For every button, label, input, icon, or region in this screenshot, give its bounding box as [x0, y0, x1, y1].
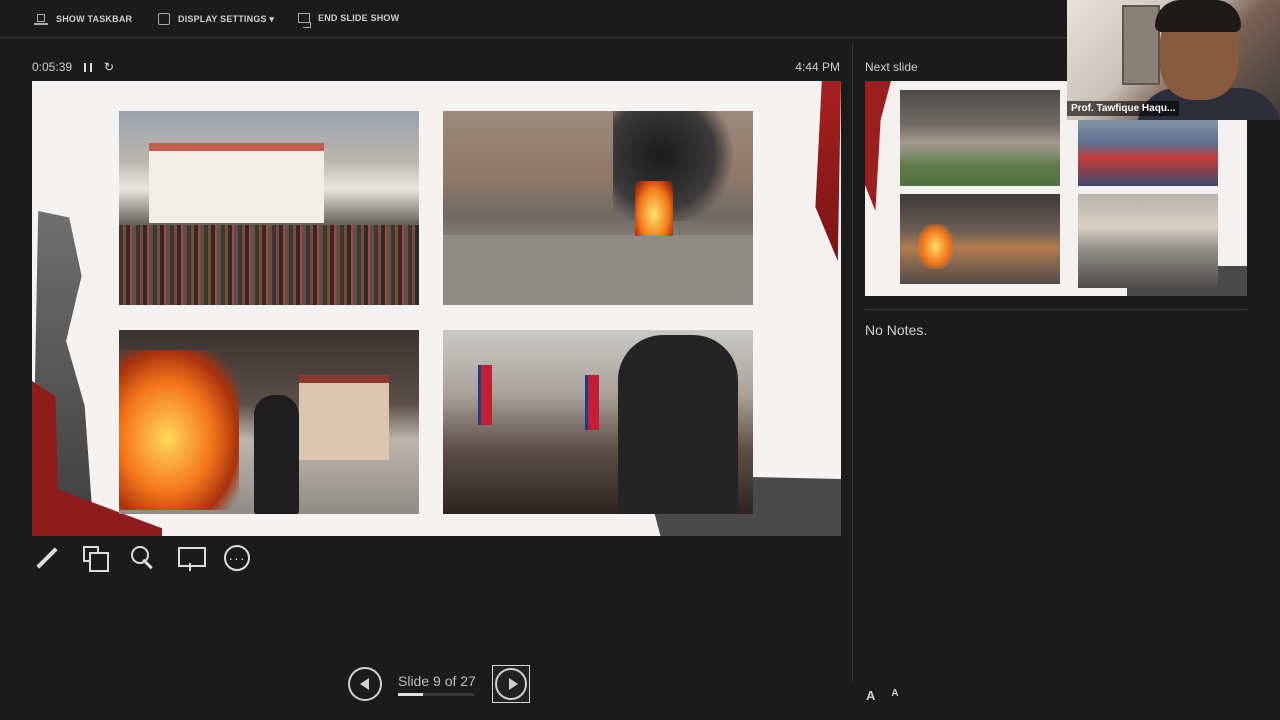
preview-photo — [900, 194, 1060, 284]
slide-tools: ··· — [32, 543, 250, 573]
speaker-notes[interactable]: No Notes. — [865, 322, 927, 338]
end-slide-show-button[interactable]: END SLIDE SHOW — [298, 13, 400, 28]
next-icon[interactable] — [494, 668, 527, 700]
participant-name: Prof. Tawfique Haqu... — [1067, 101, 1180, 116]
clock: 4:44 PM — [795, 60, 840, 74]
pen-icon[interactable] — [32, 543, 60, 573]
previous-icon[interactable] — [348, 667, 382, 701]
display-icon — [158, 13, 170, 25]
elapsed-time: 0:05:39 — [32, 60, 73, 74]
current-slide[interactable] — [32, 81, 841, 536]
slide-counter[interactable]: Slide 9 of 27 — [398, 673, 476, 696]
preview-photo — [900, 90, 1060, 186]
brush-decoration — [865, 81, 891, 211]
display-settings-label: DISPLAY SETTINGS ▾ — [178, 13, 275, 24]
end-slide-show-label: END SLIDE SHOW — [318, 13, 400, 23]
preview-photo — [1078, 116, 1218, 186]
show-taskbar-button[interactable]: SHOW TASKBAR — [34, 13, 132, 25]
slide-photo-palace-crowd — [119, 111, 419, 305]
slide-progress — [398, 692, 474, 696]
webcam-overlay: Prof. Tawfique Haqu... — [1067, 0, 1280, 120]
zoom-icon[interactable] — [128, 543, 156, 573]
pause-icon[interactable] — [84, 62, 93, 72]
slide-counter-text: Slide 9 of 27 — [398, 672, 476, 689]
next-button[interactable] — [491, 665, 530, 703]
restart-icon[interactable]: ↻ — [104, 61, 114, 73]
taskbar-icon — [34, 13, 48, 25]
pane-divider[interactable] — [852, 42, 853, 682]
font-size-controls: A A — [866, 688, 899, 703]
display-settings-button[interactable]: DISPLAY SETTINGS ▾ — [158, 13, 274, 25]
brush-decoration — [815, 81, 841, 261]
next-slide-label: Next slide — [865, 60, 918, 74]
show-taskbar-label: SHOW TASKBAR — [56, 14, 133, 24]
notes-divider — [865, 309, 1247, 310]
decrease-font-button[interactable]: A — [891, 688, 898, 703]
slide-photo-flags-police — [443, 330, 753, 514]
slide-photo-fire-protester — [119, 330, 419, 514]
end-show-icon — [298, 13, 311, 28]
increase-font-button[interactable]: A — [866, 688, 875, 703]
see-all-slides-icon[interactable] — [80, 543, 109, 573]
more-icon[interactable]: ··· — [224, 545, 250, 571]
preview-photo — [1078, 194, 1218, 288]
slide-navigation: Slide 9 of 27 — [348, 665, 530, 703]
slide-photo-street-fire — [443, 111, 753, 305]
screen-icon[interactable] — [176, 543, 206, 573]
slide-progress-fill — [398, 692, 424, 696]
timer: 0:05:39 ↻ — [32, 60, 114, 74]
